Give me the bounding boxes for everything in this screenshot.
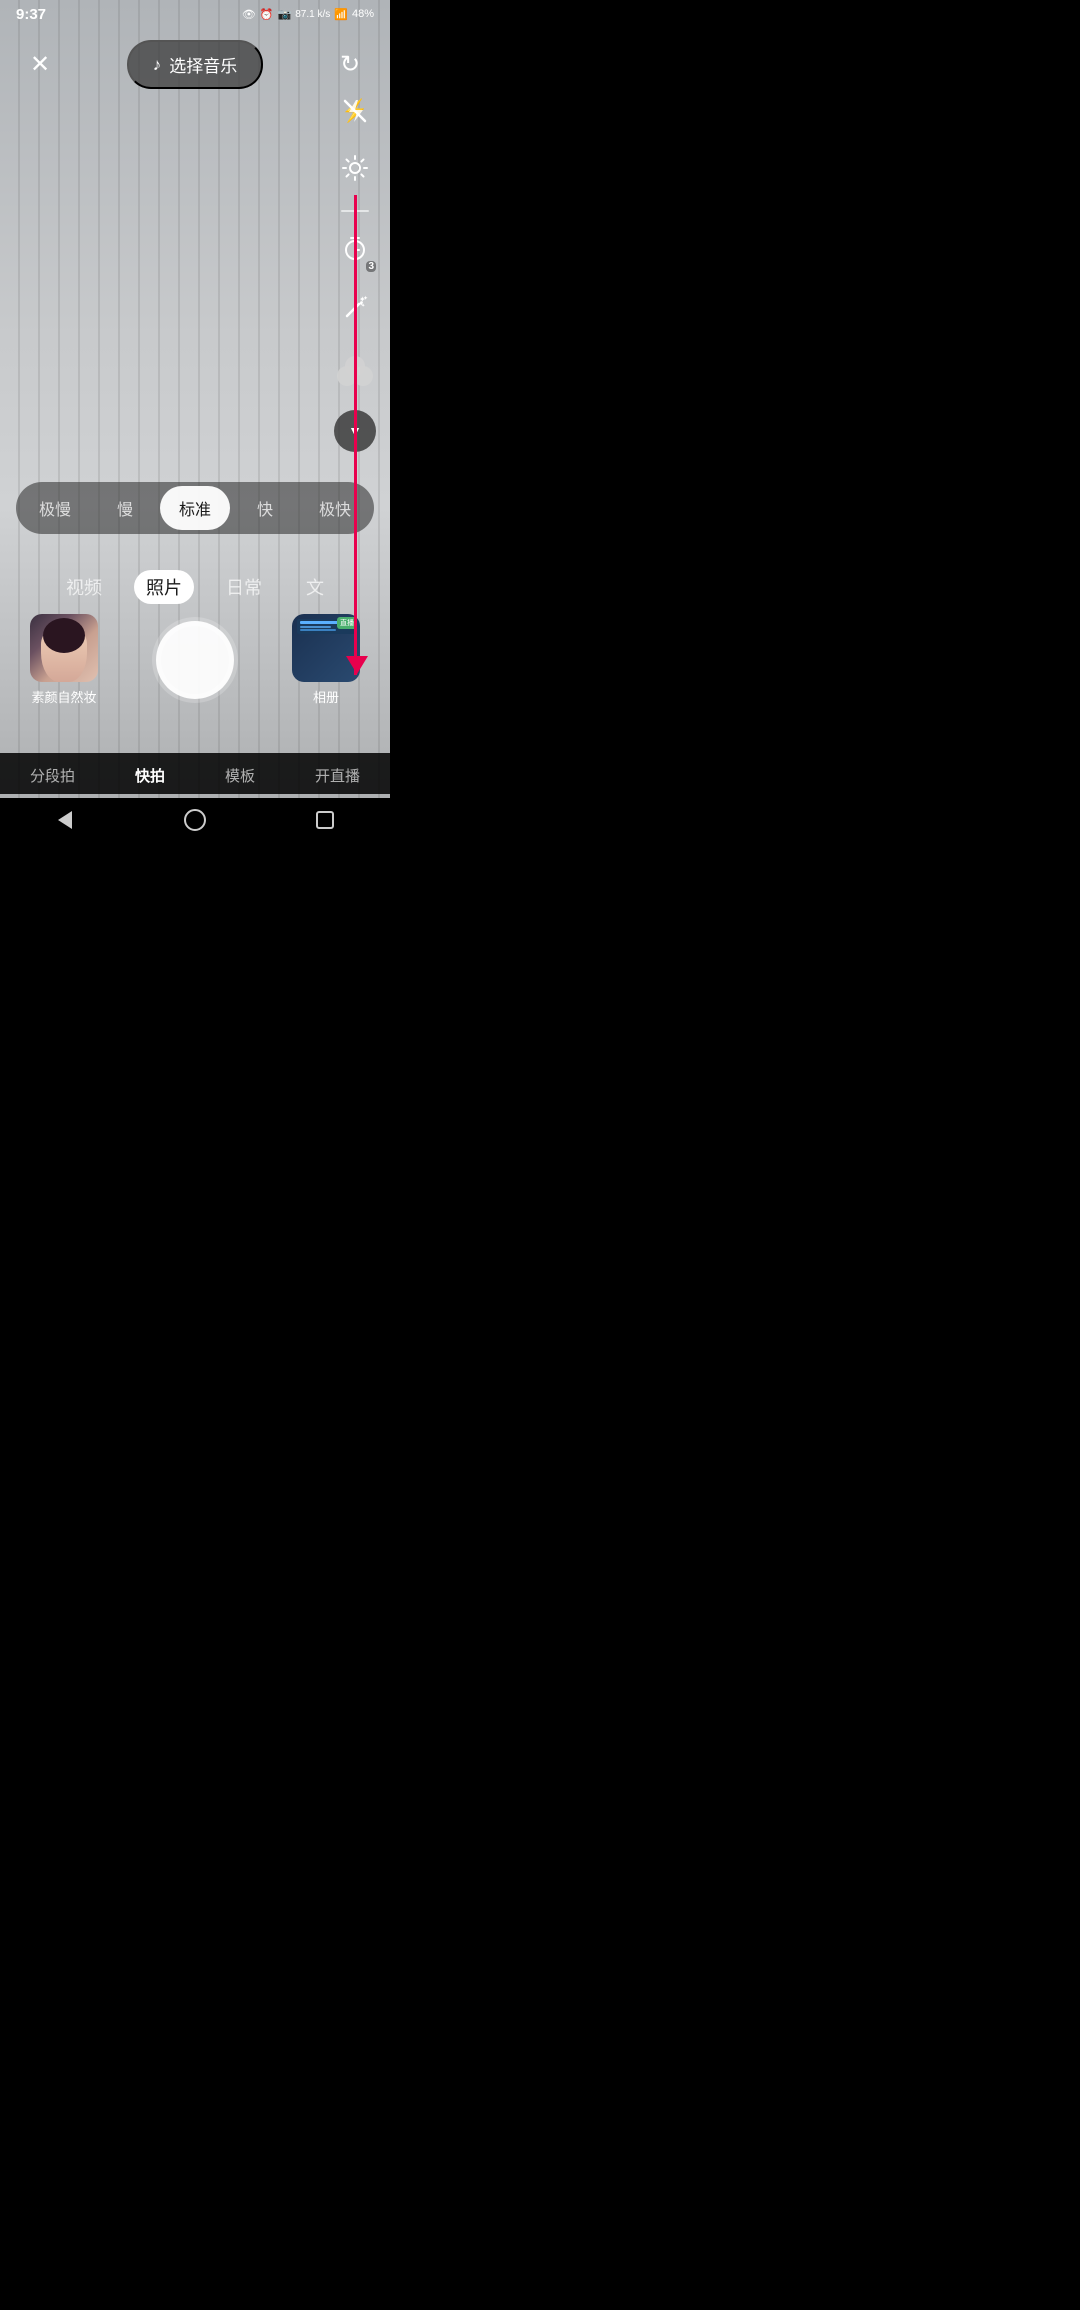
camera-row: 素颜自然妆 直播 相册 — [0, 614, 390, 706]
music-button[interactable]: ♪ 选择音乐 — [127, 40, 264, 89]
battery-text: 48% — [352, 8, 374, 20]
signal-text: 87.1 k/s — [295, 9, 330, 20]
close-icon: ✕ — [30, 50, 50, 79]
flip-camera-button[interactable]: ↻ — [330, 45, 370, 85]
album-label: 相册 — [313, 687, 339, 706]
red-arrow-annotation — [354, 195, 357, 675]
alarm-icon: ⏰ — [260, 8, 274, 21]
tab-photo[interactable]: 照片 — [134, 570, 194, 604]
gear-icon — [341, 154, 369, 188]
nav-template-label: 模板 — [225, 765, 255, 786]
system-nav — [0, 798, 390, 844]
speed-fast[interactable]: 快 — [230, 486, 300, 530]
camera-icon: 📷 — [278, 8, 292, 21]
refresh-icon: ↻ — [340, 50, 360, 79]
tab-text[interactable]: 文 — [294, 570, 336, 604]
speed-normal[interactable]: 标准 — [160, 486, 230, 530]
settings-button[interactable] — [334, 150, 376, 192]
speed-slow[interactable]: 慢 — [90, 486, 160, 530]
status-bar: 9:37 👁 ⏰ 📷 87.1 k/s 📶 48% — [0, 0, 390, 28]
eye-icon: 👁 — [242, 8, 256, 21]
close-button[interactable]: ✕ — [20, 45, 60, 85]
gallery-beauty-thumb[interactable]: 素颜自然妆 — [30, 614, 98, 706]
shutter-button[interactable] — [156, 621, 234, 699]
nav-live-label: 开直播 — [315, 765, 360, 786]
nav-home-button[interactable] — [175, 806, 215, 834]
speed-very-fast[interactable]: 极快 — [300, 486, 370, 530]
status-time: 9:37 — [16, 6, 46, 23]
nav-recents-button[interactable] — [305, 806, 345, 834]
mode-tabs: 视频 照片 日常 文 — [0, 570, 390, 604]
nav-segment-shoot[interactable]: 分段拍 — [30, 765, 75, 786]
tab-daily[interactable]: 日常 — [214, 570, 274, 604]
nav-live[interactable]: 开直播 — [315, 765, 360, 786]
svg-text:✦: ✦ — [363, 295, 368, 302]
gallery-label: 素颜自然妆 — [31, 687, 96, 706]
speed-very-slow[interactable]: 极慢 — [20, 486, 90, 530]
tab-video[interactable]: 视频 — [54, 570, 114, 604]
nav-back-button[interactable] — [45, 806, 85, 834]
flash-button[interactable]: ⚡ — [334, 90, 376, 132]
speed-selector: 极慢 慢 标准 快 极快 — [0, 482, 390, 534]
svg-text:✦: ✦ — [361, 303, 365, 309]
wifi-icon: 📶 — [334, 8, 348, 21]
nav-template[interactable]: 模板 — [225, 765, 255, 786]
music-icon: ♪ — [153, 55, 162, 75]
nav-quick-shoot[interactable]: 快拍 — [135, 765, 165, 786]
beauty-thumb-image — [30, 614, 98, 682]
bottom-nav: 分段拍 快拍 模板 开直播 — [0, 753, 390, 794]
app-container: 9:37 👁 ⏰ 📷 87.1 k/s 📶 48% ✕ ♪ 选择音乐 ↻ ⚡ — [0, 0, 390, 844]
flash-off-icon — [342, 98, 368, 124]
recents-icon — [316, 811, 334, 829]
red-arrow-head — [346, 656, 368, 674]
status-icons: 👁 ⏰ 📷 87.1 k/s 📶 48% — [242, 8, 374, 21]
viewfinder — [0, 0, 390, 844]
back-icon — [58, 811, 72, 829]
top-controls: ✕ ♪ 选择音乐 ↻ — [0, 28, 390, 101]
home-icon — [184, 809, 206, 831]
nav-quick-label: 快拍 — [135, 765, 165, 786]
nav-segment-label: 分段拍 — [30, 765, 75, 786]
timer-badge: 3 — [366, 261, 376, 272]
music-label: 选择音乐 — [169, 52, 237, 77]
